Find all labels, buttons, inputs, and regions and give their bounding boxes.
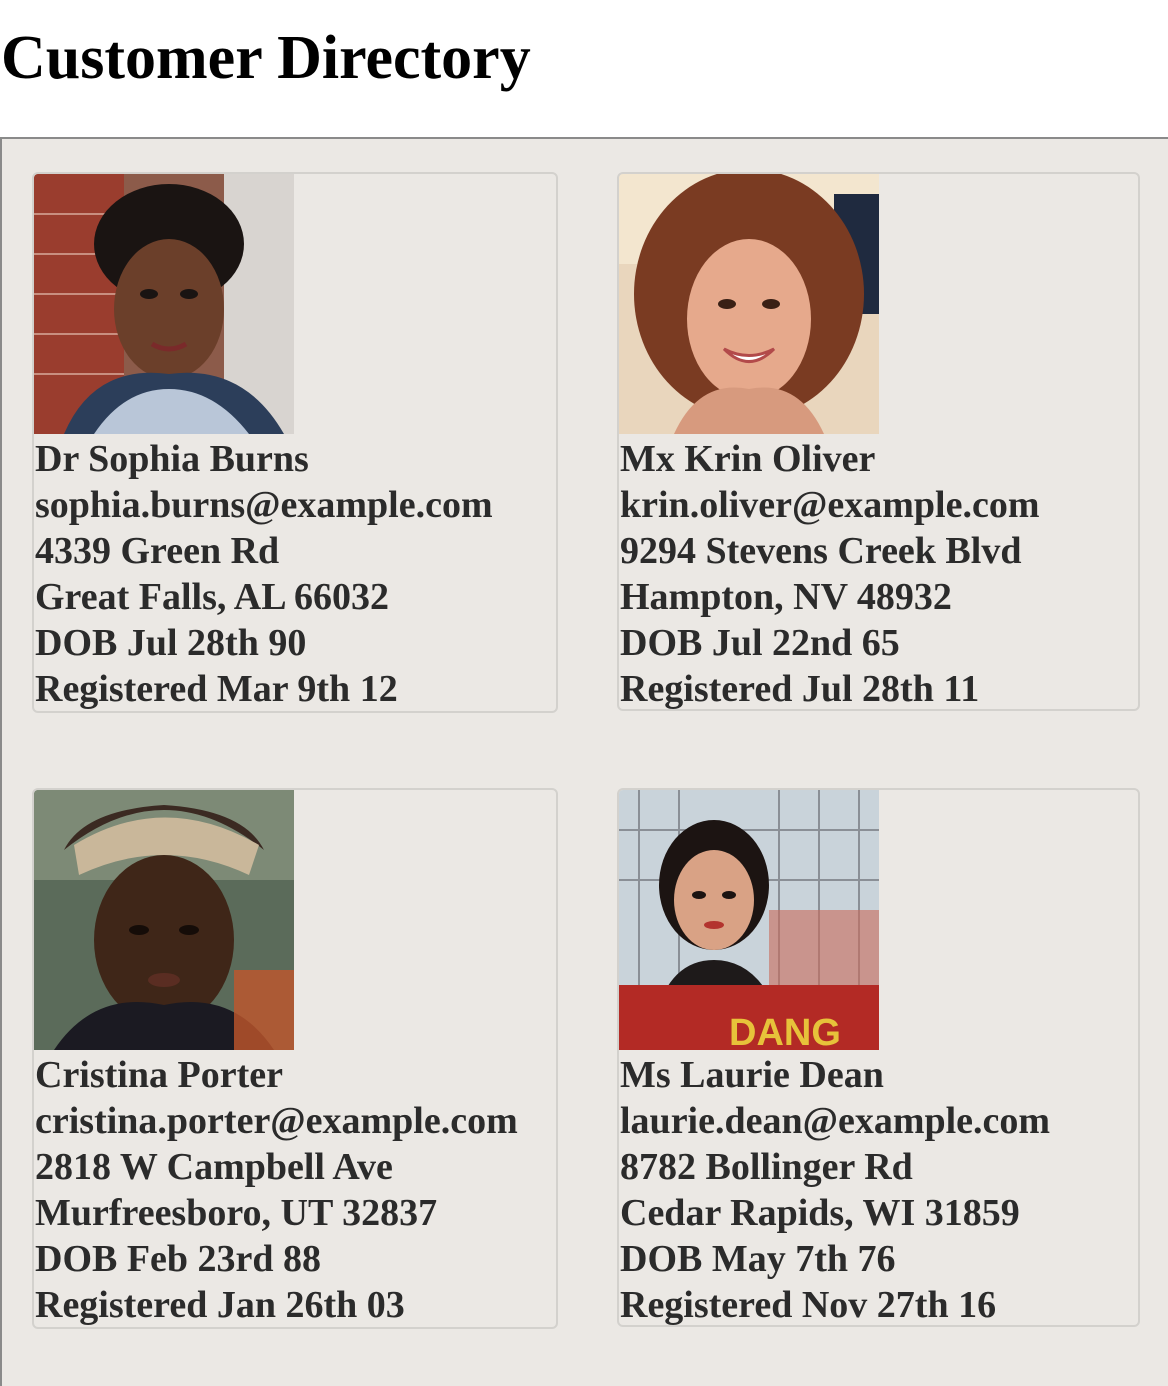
customer-email: krin.oliver@example.com <box>620 484 1040 526</box>
customer-card[interactable]: Mx Krin Oliver krin.oliver@example.com 9… <box>617 172 1140 711</box>
customer-name: Dr Sophia Burns <box>35 438 309 480</box>
customer-city: Murfreesboro, UT 32837 <box>35 1192 438 1234</box>
customer-photo <box>34 790 294 1050</box>
customer-photo <box>619 174 879 434</box>
customer-registered: Registered Mar 9th 12 <box>35 668 398 710</box>
customer-city: Hampton, NV 48932 <box>620 576 952 618</box>
customer-dob: DOB Jul 28th 90 <box>35 622 307 664</box>
customer-card[interactable]: Dr Sophia Burns sophia.burns@example.com… <box>32 172 558 713</box>
customer-name: Ms Laurie Dean <box>620 1054 884 1096</box>
customer-dob: DOB Feb 23rd 88 <box>35 1238 322 1280</box>
customer-registered: Registered Nov 27th 16 <box>620 1284 997 1326</box>
customer-dob: DOB May 7th 76 <box>620 1238 896 1280</box>
customer-city: Great Falls, AL 66032 <box>35 576 389 618</box>
customer-email: laurie.dean@example.com <box>620 1100 1051 1142</box>
customer-street: 2818 W Campbell Ave <box>35 1146 393 1188</box>
customer-photo <box>34 174 294 434</box>
customer-card[interactable]: DANG Ms Laurie Dean laurie.dean@example.… <box>617 788 1140 1327</box>
customer-directory-grid: Dr Sophia Burns sophia.burns@example.com… <box>0 137 1168 1386</box>
customer-street: 9294 Stevens Creek Blvd <box>620 530 1022 572</box>
customer-name: Mx Krin Oliver <box>620 438 876 480</box>
customer-dob: DOB Jul 22nd 65 <box>620 622 900 664</box>
customer-registered: Registered Jul 28th 11 <box>620 668 980 710</box>
customer-street: 4339 Green Rd <box>35 530 280 572</box>
page-title: Customer Directory <box>1 24 531 92</box>
customer-email: sophia.burns@example.com <box>35 484 493 526</box>
customer-card[interactable]: Cristina Porter cristina.porter@example.… <box>32 788 558 1329</box>
customer-city: Cedar Rapids, WI 31859 <box>620 1192 1020 1234</box>
customer-email: cristina.porter@example.com <box>35 1100 518 1142</box>
customer-name: Cristina Porter <box>35 1054 283 1096</box>
customer-registered: Registered Jan 26th 03 <box>35 1284 405 1326</box>
svg-text:DANG: DANG <box>729 1012 841 1050</box>
customer-photo: DANG <box>619 790 879 1050</box>
customer-street: 8782 Bollinger Rd <box>620 1146 913 1188</box>
